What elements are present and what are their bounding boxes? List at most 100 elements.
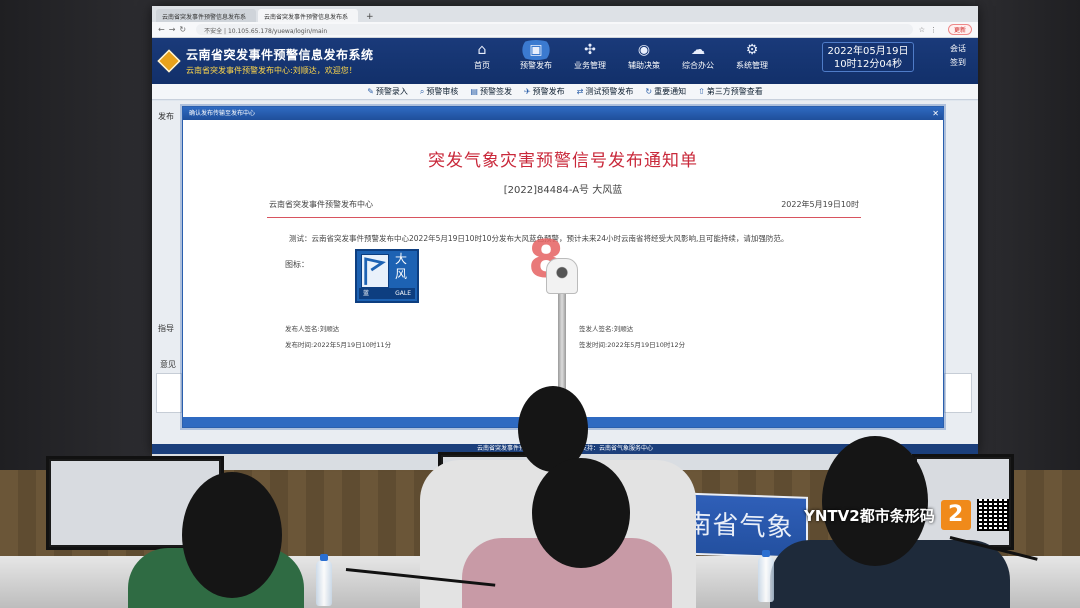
nav-home[interactable]: ⌂ 首页 <box>462 40 502 71</box>
browser-url-bar: ←→↻ 不安全 | 10.105.65.178/yuewa/login/main… <box>152 22 978 38</box>
nav-label: 预警发布 <box>520 61 552 70</box>
gale-en-text: GALE <box>395 290 411 297</box>
subnav-sign[interactable]: ▤ 预警签发 <box>470 86 512 97</box>
subnav-third-party[interactable]: ⇧ 第三方预警查看 <box>698 86 763 97</box>
subnav-label: 重要通知 <box>654 87 687 96</box>
sub-nav: ✎ 预警录入 ⌕ 预警审核 ▤ 预警签发 ✈ 预警发布 ⇄ 测试预警发布 ↻ 重要通知 ⇧ 第… <box>152 84 978 100</box>
nav-label: 系统管理 <box>736 61 768 70</box>
browser-tab[interactable]: 云南省突发事件预警信息发布系 <box>156 9 256 22</box>
dialog-title: 确认发布传输至发布中心 <box>189 110 256 117</box>
test-icon: ⇄ <box>576 87 584 96</box>
watermark-text: YNTV2都市条形码 <box>804 506 935 525</box>
gale-cn-bottom: 风 <box>394 267 407 281</box>
doc-icon: ▤ <box>470 87 478 96</box>
upload-icon: ⇧ <box>698 87 705 96</box>
opinion-field-right[interactable] <box>944 373 972 413</box>
water-bottle <box>316 554 332 606</box>
nav-decision[interactable]: ◉ 辅助决策 <box>624 40 664 71</box>
person-front-head <box>532 458 630 568</box>
side-label-guide: 指导 <box>158 324 174 333</box>
nav-label: 首页 <box>474 61 490 70</box>
tv-watermark: YNTV2都市条形码 2 <box>804 499 1009 531</box>
cloud-icon: ☁ <box>691 42 705 58</box>
eye-icon: ◉ <box>637 42 651 58</box>
signer-name: 签发人签名:刘顺达 <box>579 325 634 333</box>
subnav-label: 测试预警发布 <box>585 87 634 96</box>
side-label-opinion: 意见 <box>160 360 176 369</box>
issue-date: 2022年5月19日10时 <box>781 200 859 209</box>
subnav-review[interactable]: ⌕ 预警审核 <box>420 86 458 97</box>
publisher-name: 发布人签名:刘顺达 <box>285 325 340 333</box>
browser-tab-bar: 云南省突发事件预警信息发布系 云南省突发事件预警信息发布系 + <box>152 6 978 22</box>
person-left-head <box>182 472 282 598</box>
nav-label: 业务管理 <box>574 61 606 70</box>
camera-pole <box>558 290 566 398</box>
notice-meta: 云南省突发事件预警发布中心 2022年5月19日10时 <box>269 199 859 213</box>
publisher-signature: 发布人签名:刘顺达 发布时间:2022年5月19日10时11分 <box>285 321 391 353</box>
notice-title: 突发气象灾害预警信号发布通知单 <box>428 151 698 171</box>
time-text: 10时12分04秒 <box>833 59 903 70</box>
subnav-entry[interactable]: ✎ 预警录入 <box>367 86 408 97</box>
nav-label: 辅助决策 <box>628 61 660 70</box>
home-icon: ⌂ <box>477 42 487 58</box>
icon-label: 图标： <box>285 260 309 269</box>
header-links: 会话 签到 <box>950 42 974 70</box>
nav-business[interactable]: ✣ 业务管理 <box>570 40 610 71</box>
red-divider <box>267 217 861 218</box>
side-label-publish: 发布 <box>158 112 174 121</box>
sign-time: 签发时间:2022年5月19日10时12分 <box>579 341 686 349</box>
subnav-publish[interactable]: ✈ 预警发布 <box>524 86 565 97</box>
opinion-field[interactable] <box>156 373 182 413</box>
nav-office[interactable]: ☁ 综合办公 <box>678 40 718 71</box>
subnav-label: 预警签发 <box>479 87 512 96</box>
new-tab-icon[interactable]: + <box>360 12 380 22</box>
app-header: 云南省突发事件预警信息发布系统 云南省突发事件预警发布中心:刘顺达，欢迎您！ ⌂… <box>152 38 978 84</box>
subnav-notice[interactable]: ↻ 重要通知 <box>645 86 686 97</box>
qr-code-icon <box>977 499 1009 531</box>
publish-icon: ▣ <box>516 40 556 60</box>
gale-cn-top: 大 <box>394 252 407 266</box>
update-button[interactable]: 更新 <box>947 24 972 35</box>
gale-cn-text: 大 风 <box>388 252 414 282</box>
notice-icon: ↻ <box>645 87 653 96</box>
publish-time: 发布时间:2022年5月19日10时11分 <box>285 341 392 349</box>
notice-body: 测试：云南省突发事件预警发布中心2022年5月19日10时10分发布大风蓝色预警… <box>289 234 789 243</box>
left-wall <box>0 0 150 470</box>
water-bottle <box>758 550 774 602</box>
gale-bottom-bar: 蓝 GALE <box>359 288 415 299</box>
gear-icon: ⚙ <box>745 42 759 58</box>
date-text: 2022年05月19日 <box>827 46 909 57</box>
nav-arrows-icon[interactable]: ←→↻ <box>158 25 190 34</box>
gale-color-text: 蓝 <box>363 290 370 297</box>
wind-flag-icon <box>361 254 389 288</box>
close-icon[interactable]: ✕ <box>932 107 939 120</box>
notice-number: [2022]84484-A号 大风蓝 <box>503 185 623 196</box>
browser-tab-active[interactable]: 云南省突发事件预警信息发布系 <box>258 9 358 22</box>
issuer: 云南省突发事件预警发布中心 <box>269 200 373 209</box>
nav-system[interactable]: ⚙ 系统管理 <box>732 40 772 71</box>
camera-icon <box>546 258 578 294</box>
welcome-text: 云南省突发事件预警发布中心:刘顺达，欢迎您！ <box>186 66 357 75</box>
subnav-label: 预警录入 <box>375 87 408 96</box>
signer-signature: 签发人签名:刘顺达 签发时间:2022年5月19日10时12分 <box>579 321 685 353</box>
app-title: 云南省突发事件预警信息发布系统 <box>186 48 374 62</box>
datetime-display: 2022年05月19日 10时12分04秒 <box>822 42 914 72</box>
subnav-label: 第三方预警查看 <box>706 87 763 96</box>
subnav-test-publish[interactable]: ⇄ 测试预警发布 <box>577 86 634 97</box>
url-input[interactable]: 不安全 | 10.105.65.178/yuewa/login/main <box>196 24 913 35</box>
checkin-link[interactable]: 签到 <box>950 58 966 67</box>
publish-icon: ✈ <box>523 87 531 96</box>
edit-icon: ✎ <box>367 87 374 96</box>
right-wall <box>975 0 1080 470</box>
channel-badge: 2 <box>940 500 971 530</box>
nav-publish[interactable]: ▣ 预警发布 <box>516 40 556 71</box>
main-nav: ⌂ 首页 ▣ 预警发布 ✣ 业务管理 ◉ 辅助决策 ☁ 综合办公 ⚙ 系统管理 <box>462 40 772 71</box>
search-icon: ⌕ <box>419 87 425 96</box>
gale-blue-warning-icon: 大 风 蓝 GALE <box>355 249 419 303</box>
subnav-label: 预警发布 <box>532 87 565 96</box>
nav-label: 综合办公 <box>682 61 714 70</box>
browser-actions-icon[interactable]: ☆⋮ <box>919 26 942 34</box>
session-link[interactable]: 会话 <box>950 44 966 53</box>
dialog-titlebar: 确认发布传输至发布中心 ✕ <box>183 107 943 120</box>
business-icon: ✣ <box>584 42 596 58</box>
